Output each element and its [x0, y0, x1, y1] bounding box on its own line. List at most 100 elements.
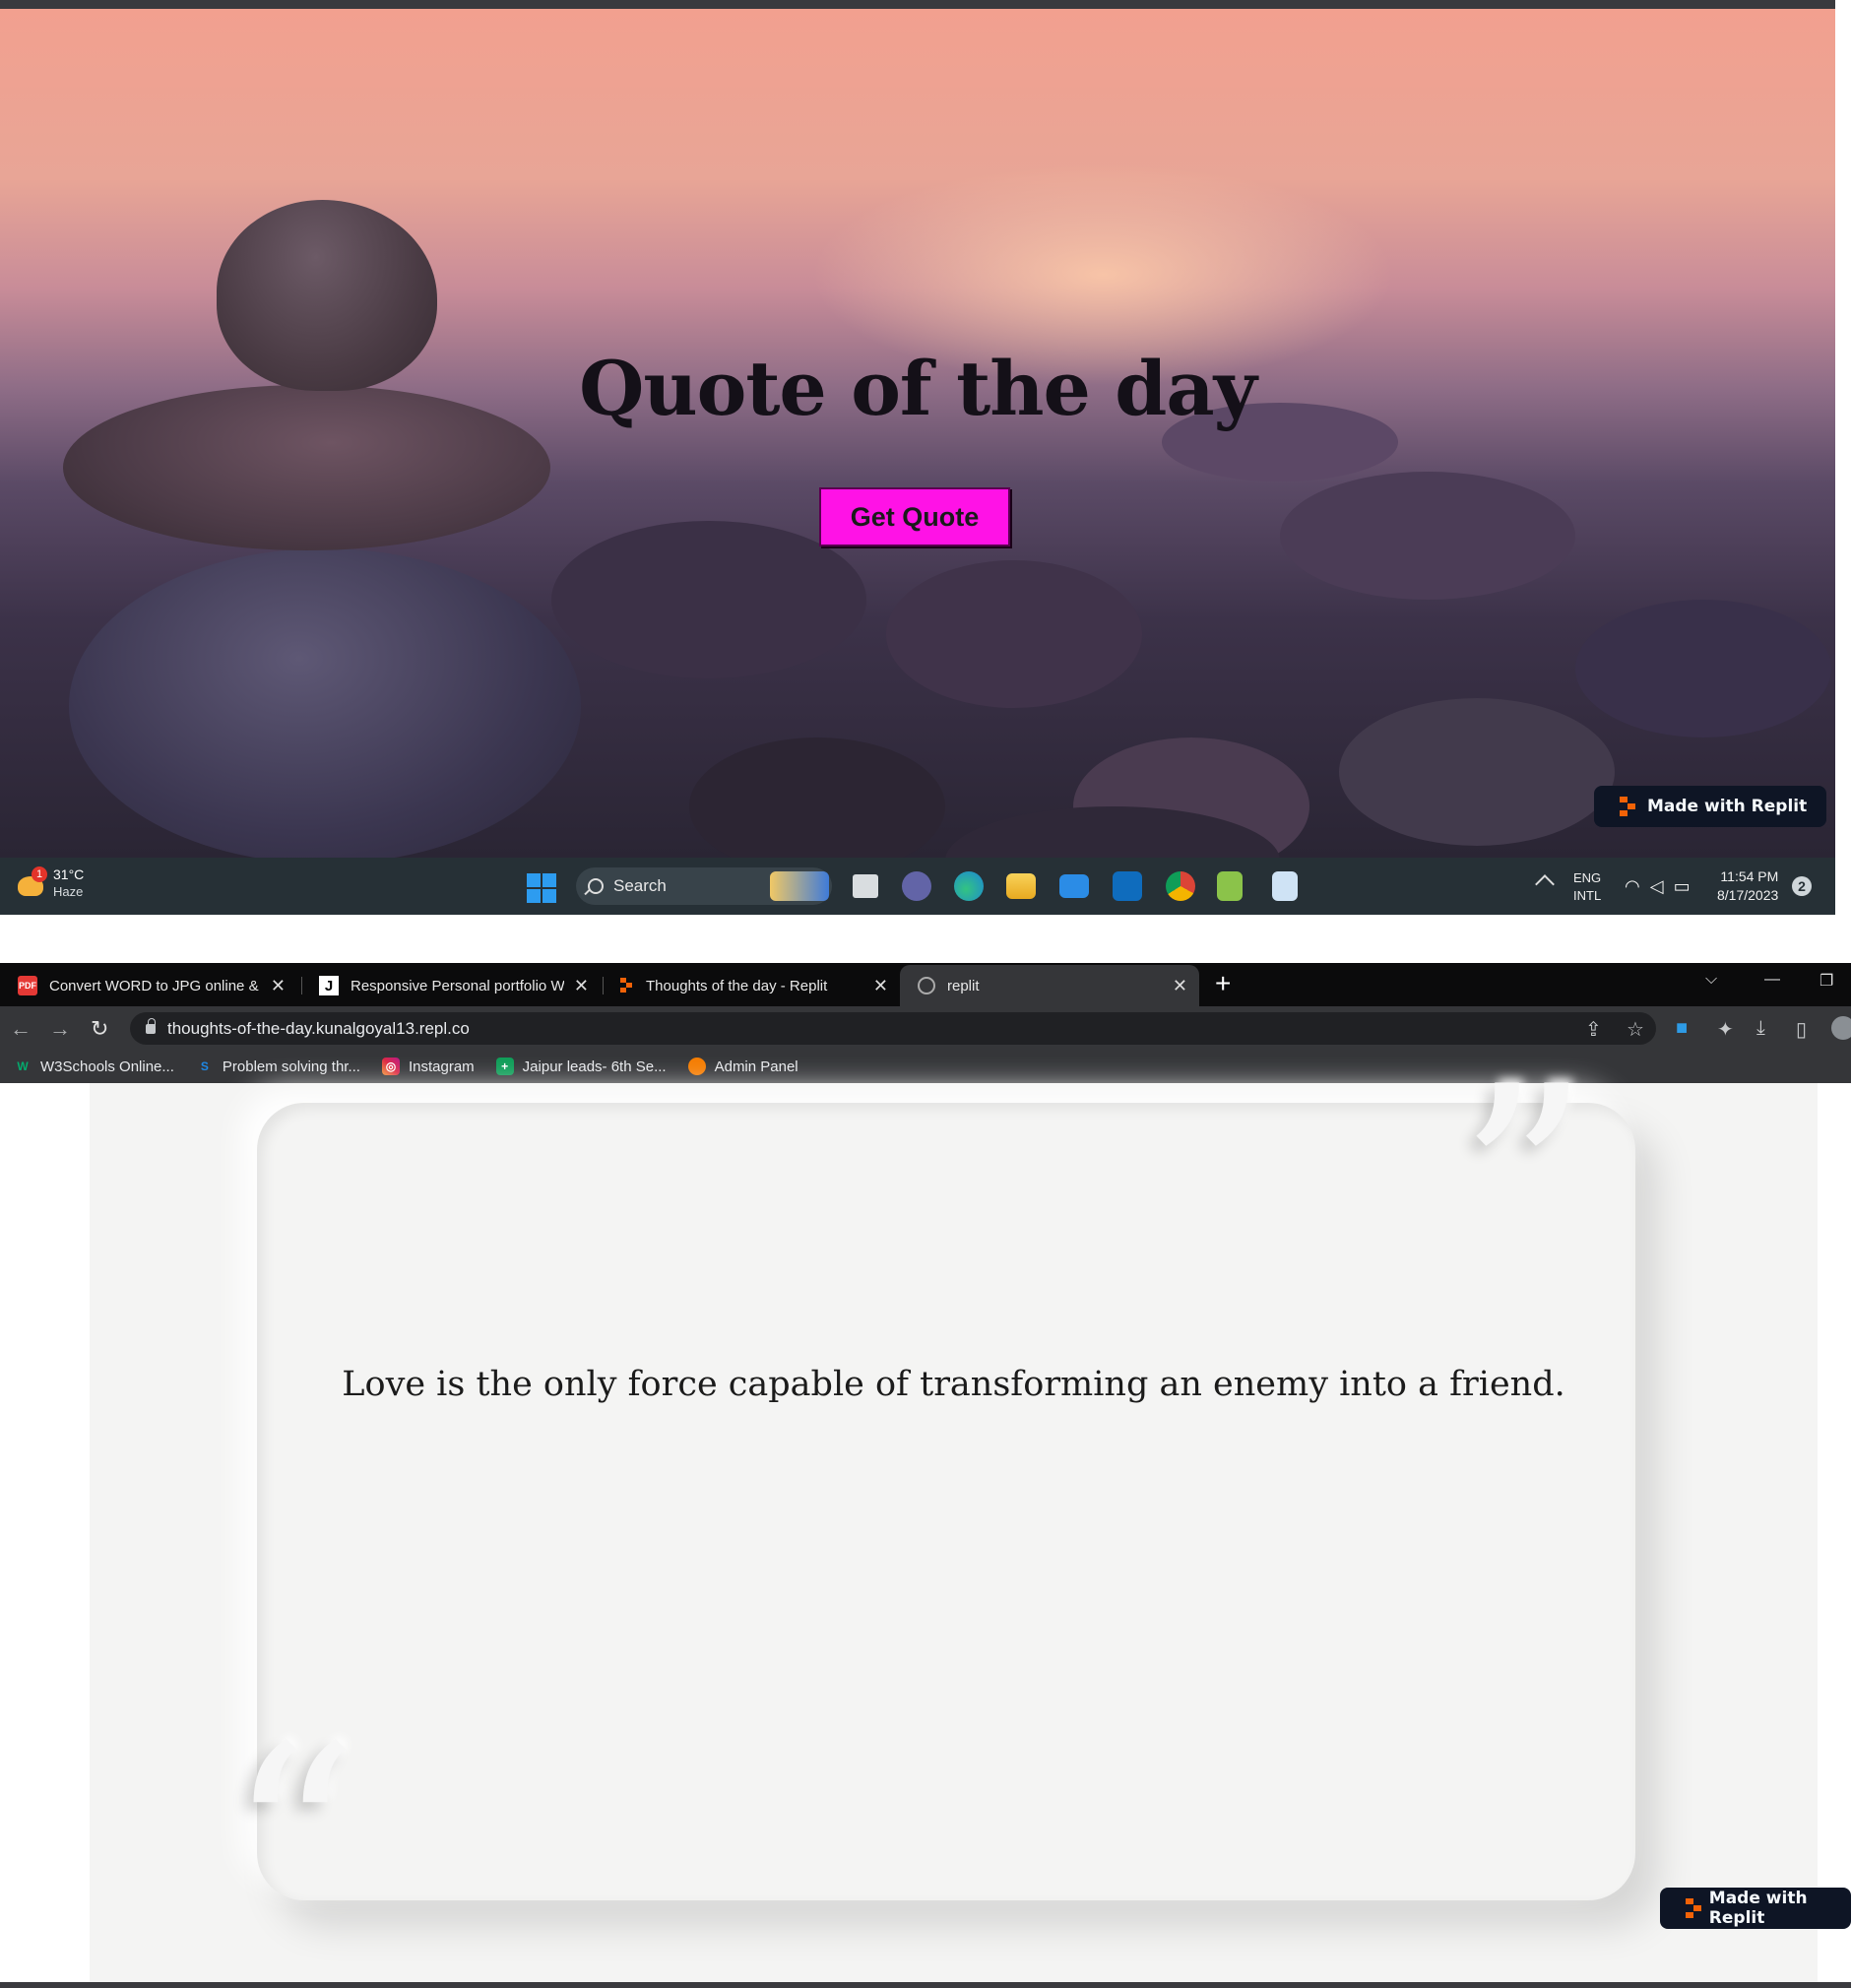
- windows-start-icon[interactable]: [527, 873, 556, 903]
- hero-background: Quote of the day Get Quote Made with Rep…: [0, 9, 1835, 858]
- profile-avatar[interactable]: [1831, 1016, 1851, 1040]
- bookmark-jaipur-leads[interactable]: + Jaipur leads- 6th Se...: [495, 1058, 667, 1075]
- task-view-icon[interactable]: [853, 874, 878, 898]
- tab-title: Responsive Personal portfolio Website: [351, 977, 564, 994]
- admin-icon: [687, 1058, 706, 1075]
- tab-thoughts-replit[interactable]: Thoughts of the day - Replit ✕: [603, 965, 900, 1006]
- close-tab-icon[interactable]: ✕: [873, 976, 888, 996]
- taskbar-search-label: Search: [613, 876, 667, 895]
- clock-date: 8/17/2023: [1717, 887, 1779, 903]
- minimize-icon[interactable]: —: [1764, 971, 1780, 989]
- mail-icon[interactable]: [1059, 874, 1089, 898]
- battery-icon: ▭: [1673, 876, 1700, 896]
- lang-top: ENG: [1573, 870, 1602, 885]
- widgets-icon[interactable]: [770, 871, 829, 901]
- close-tab-icon[interactable]: ✕: [1173, 976, 1187, 996]
- replit-logo-icon: [1620, 797, 1637, 816]
- opening-quote-mark-icon: “: [227, 1693, 358, 1988]
- extensions-puzzle-icon[interactable]: ✦: [1717, 1017, 1734, 1042]
- made-with-replit-badge[interactable]: Made with Replit: [1660, 1888, 1851, 1929]
- tab-title: replit: [947, 977, 980, 994]
- quote-text: Love is the only force capable of transf…: [342, 1365, 1565, 1404]
- bookmark-label: Admin Panel: [714, 1058, 798, 1075]
- bookmark-admin-panel[interactable]: Admin Panel: [687, 1058, 798, 1075]
- lock-icon: [146, 1017, 156, 1034]
- quote-page: ” “ Love is the only force capable of tr…: [90, 1054, 1818, 1988]
- taskbar-clock[interactable]: 11:54 PM 8/17/2023: [1717, 867, 1778, 905]
- bg-pebble: [1339, 698, 1615, 846]
- lang-bottom: INTL: [1573, 888, 1602, 903]
- page-viewport: ” “ Love is the only force capable of tr…: [0, 1054, 1851, 1988]
- bottom-screenshot: PDF Convert WORD to JPG online & free ✕ …: [0, 963, 1851, 1988]
- bookmark-problem-solving[interactable]: S Problem solving thr...: [196, 1058, 360, 1075]
- bottom-window-edge: [0, 1982, 1851, 1988]
- restore-icon[interactable]: ❐: [1819, 971, 1833, 991]
- bookmark-instagram[interactable]: ◎ Instagram: [381, 1058, 475, 1075]
- back-icon[interactable]: ←: [10, 1016, 32, 1042]
- notepad-plus-icon[interactable]: [1217, 871, 1243, 901]
- close-tab-icon[interactable]: ✕: [574, 976, 589, 996]
- side-panel-icon[interactable]: ▯: [1796, 1017, 1807, 1042]
- tab-portfolio[interactable]: J Responsive Personal portfolio Website …: [301, 965, 601, 1006]
- replit-logo-icon: [1686, 1898, 1701, 1918]
- weather-temp: 31°C: [53, 866, 85, 882]
- weather-badge: 1: [32, 866, 47, 882]
- bookmark-w3schools[interactable]: W W3Schools Online...: [14, 1058, 174, 1075]
- volume-icon: ◁: [1649, 876, 1674, 896]
- get-quote-button[interactable]: Get Quote: [819, 487, 1010, 546]
- top-screenshot: Quote of the day Get Quote Made with Rep…: [0, 0, 1835, 915]
- notification-icon[interactable]: 2: [1792, 876, 1812, 896]
- bg-pebble: [689, 737, 945, 858]
- system-tray-icons[interactable]: ◠◁▭: [1625, 876, 1700, 897]
- input-language[interactable]: ENG INTL: [1573, 869, 1601, 905]
- bookmark-label: Jaipur leads- 6th Se...: [522, 1058, 667, 1075]
- replit-favicon-icon: [620, 978, 634, 994]
- tab-title: Thoughts of the day - Replit: [646, 977, 828, 994]
- extension-icon[interactable]: ■: [1676, 1017, 1688, 1040]
- file-explorer-icon[interactable]: [1006, 873, 1036, 899]
- tab-search-chevron-icon[interactable]: ⌵: [1705, 971, 1717, 989]
- tab-title: Convert WORD to JPG online & free: [49, 977, 261, 994]
- forward-icon[interactable]: →: [49, 1016, 71, 1042]
- url-text: thoughts-of-the-day.kunalgoyal13.repl.co: [167, 1018, 470, 1038]
- show-hidden-icons-chevron-icon[interactable]: [1535, 874, 1555, 894]
- replit-badge-label: Made with Replit: [1708, 1889, 1808, 1928]
- notepad-icon[interactable]: [1272, 871, 1298, 901]
- new-tab-icon[interactable]: +: [1215, 968, 1231, 999]
- download-icon[interactable]: ⤓: [1756, 1017, 1765, 1040]
- w3schools-icon: W: [17, 1059, 29, 1073]
- teams-icon[interactable]: [902, 871, 931, 901]
- tab-convert-word[interactable]: PDF Convert WORD to JPG online & free ✕: [0, 965, 297, 1006]
- chrome-icon[interactable]: [1166, 871, 1195, 901]
- j-favicon-icon: J: [319, 976, 339, 995]
- replit-badge-label: Made with Replit: [1647, 797, 1808, 816]
- bookmark-label: Instagram: [408, 1058, 475, 1075]
- edge-icon[interactable]: [954, 871, 984, 901]
- windows-taskbar: 1 31°C Haze Search ENG INTL ◠◁▭ 11:54 PM…: [0, 858, 1835, 915]
- url-bar[interactable]: thoughts-of-the-day.kunalgoyal13.repl.co: [130, 1012, 1656, 1045]
- close-tab-icon[interactable]: ✕: [271, 976, 286, 996]
- reload-icon[interactable]: ↻: [91, 1016, 108, 1042]
- page-title: Quote of the day: [579, 345, 1257, 432]
- bookmark-label: Problem solving thr...: [222, 1058, 360, 1075]
- browser-tab-strip: PDF Convert WORD to JPG online & free ✕ …: [0, 963, 1851, 1006]
- bg-pebble: [886, 560, 1142, 708]
- bookmark-star-icon[interactable]: ☆: [1627, 1017, 1644, 1042]
- bg-pebble: [1575, 600, 1831, 737]
- made-with-replit-badge[interactable]: Made with Replit: [1594, 786, 1827, 827]
- tab-replit[interactable]: replit ✕: [900, 965, 1199, 1006]
- quote-card: [257, 1103, 1635, 1900]
- bookmark-label: W3Schools Online...: [40, 1058, 174, 1075]
- stack-stone-bottom: [69, 548, 581, 858]
- bg-pebble: [1280, 472, 1575, 600]
- pdf-favicon-icon: PDF: [18, 976, 37, 995]
- globe-favicon-icon: [918, 977, 935, 994]
- top-window-edge: [0, 0, 1835, 9]
- outlook-icon[interactable]: [1113, 871, 1142, 901]
- weather-widget[interactable]: 1 31°C Haze: [14, 866, 84, 901]
- weather-desc: Haze: [53, 884, 84, 899]
- weather-sun-icon: 1: [14, 866, 47, 900]
- search-icon: [588, 878, 604, 894]
- closing-quote-mark-icon: ”: [1458, 1033, 1589, 1330]
- instagram-icon: ◎: [381, 1058, 400, 1075]
